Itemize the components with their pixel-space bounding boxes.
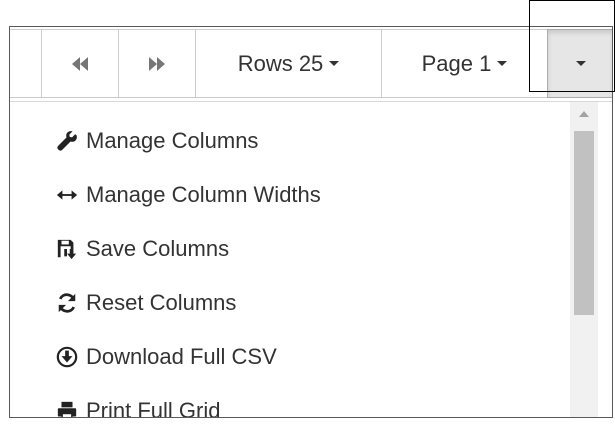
menu-item-print-full-grid[interactable]: Print Full Grid — [10, 384, 570, 418]
menu-item-label: Manage Column Widths — [86, 182, 321, 207]
resize-horizontal-icon — [56, 184, 78, 206]
scrollbar-thumb[interactable] — [574, 131, 594, 315]
chevron-down-icon — [497, 61, 508, 66]
menu-item-label: Download Full CSV — [86, 344, 277, 369]
menu-item-reset-columns[interactable]: Reset Columns — [10, 276, 570, 330]
grid-panel: Rows 25 Page 1 Manage Columns Manage Col… — [9, 26, 613, 418]
grid-options-menu: Manage Columns Manage Column Widths Save… — [10, 101, 612, 418]
menu-item-manage-columns[interactable]: Manage Columns — [10, 114, 570, 168]
menu-item-label: Reset Columns — [86, 290, 237, 315]
print-icon — [56, 400, 78, 417]
menu-item-label: Manage Columns — [86, 128, 259, 153]
fast-forward-button[interactable] — [118, 29, 196, 98]
chevron-down-icon — [329, 61, 340, 66]
menu-item-download-full-csv[interactable]: Download Full CSV — [10, 330, 570, 384]
wrench-icon — [56, 130, 78, 152]
rows-label: Rows 25 — [237, 50, 324, 76]
fast-backward-icon — [70, 51, 90, 77]
rows-per-page-dropdown[interactable]: Rows 25 — [195, 29, 382, 98]
fast-backward-button[interactable] — [41, 29, 119, 98]
refresh-icon — [56, 292, 78, 314]
scroll-up-arrow-icon[interactable] — [570, 102, 598, 126]
grid-options-dropdown-button[interactable] — [547, 29, 612, 98]
menu-scrollbar[interactable] — [570, 102, 598, 417]
menu-item-label: Print Full Grid — [86, 398, 221, 418]
menu-list: Manage Columns Manage Column Widths Save… — [10, 114, 570, 418]
menu-item-manage-column-widths[interactable]: Manage Column Widths — [10, 168, 570, 222]
page-label: Page 1 — [421, 50, 492, 76]
menu-item-label: Save Columns — [86, 236, 230, 261]
toolbar-left-button[interactable] — [10, 29, 42, 98]
fast-forward-icon — [147, 51, 167, 77]
caret-down-icon — [575, 61, 586, 66]
save-icon — [56, 238, 78, 260]
grid-toolbar: Rows 25 Page 1 — [10, 29, 612, 98]
download-circle-icon — [56, 346, 78, 368]
page-dropdown[interactable]: Page 1 — [381, 29, 548, 98]
menu-item-save-columns[interactable]: Save Columns — [10, 222, 570, 276]
